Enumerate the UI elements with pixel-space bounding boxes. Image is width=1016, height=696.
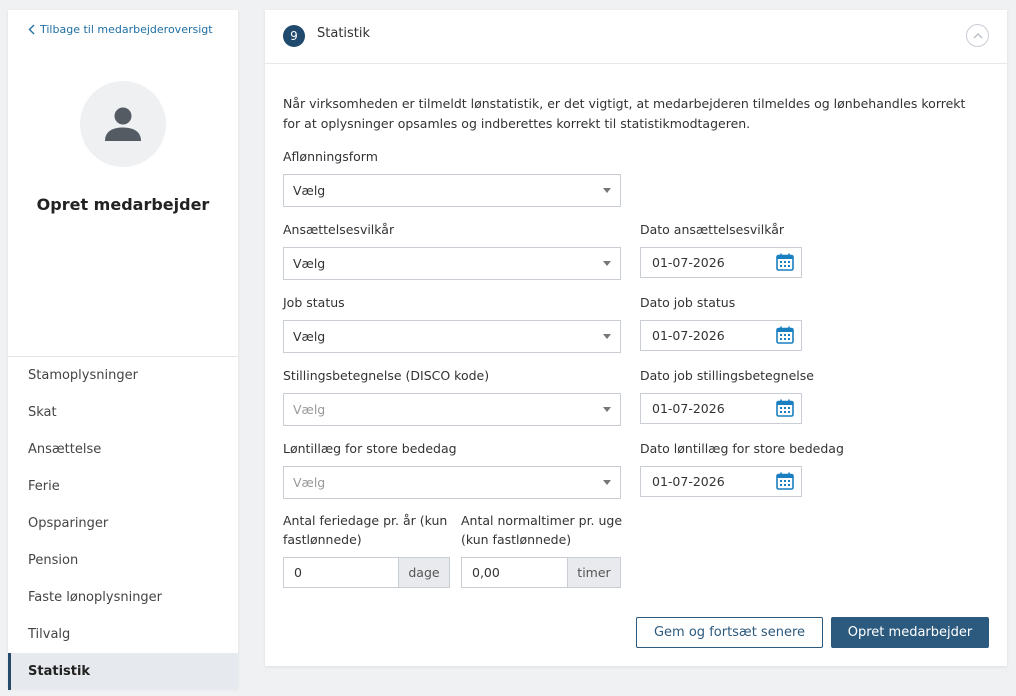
sidebar-item-pension[interactable]: Pension xyxy=(8,542,238,579)
caret-down-icon xyxy=(603,480,611,485)
sidebar-item-skat[interactable]: Skat xyxy=(8,394,238,431)
dato-ansaettelsesvilkaar-value: 01-07-2026 xyxy=(652,255,725,270)
caret-down-icon xyxy=(603,334,611,339)
normaltimer-label: Antal normaltimer pr. uge (kun fastlønne… xyxy=(461,511,631,549)
back-to-employee-overview-link[interactable]: Tilbage til medarbejderoversigt xyxy=(28,23,213,36)
sidebar: Tilbage til medarbejderoversigt Opret me… xyxy=(8,10,238,690)
caret-down-icon xyxy=(603,407,611,412)
normaltimer-input[interactable]: 0,00 xyxy=(462,558,567,587)
sidebar-item-faste-lonoplysninger[interactable]: Faste lønoplysninger xyxy=(8,579,238,616)
user-icon xyxy=(105,107,141,141)
lontillaeg-select[interactable]: Vælg xyxy=(283,466,621,499)
normaltimer-label-line2: (kun fastlønnede) xyxy=(461,532,572,547)
ansaettelsesvilkaar-label: Ansættelsesvilkår xyxy=(283,222,395,237)
job-status-value: Vælg xyxy=(293,329,326,344)
dato-stillingsbetegnelse-field[interactable]: 01-07-2026 xyxy=(640,393,802,424)
sidebar-item-ansaettelse[interactable]: Ansættelse xyxy=(8,431,238,468)
collapse-section-button[interactable] xyxy=(966,24,989,47)
section-title: Statistik xyxy=(317,26,371,41)
feriedage-label: Antal feriedage pr. år (kun fastlønnede) xyxy=(283,511,453,549)
create-employee-button[interactable]: Opret medarbejder xyxy=(831,617,989,648)
dato-ansaettelsesvilkaar-field[interactable]: 01-07-2026 xyxy=(640,247,802,278)
lontillaeg-label: Løntillæg for store bededag xyxy=(283,441,457,456)
step-number-badge: 9 xyxy=(283,25,305,47)
chevron-left-icon xyxy=(28,24,35,35)
ansaettelsesvilkaar-select[interactable]: Vælg xyxy=(283,247,621,280)
dato-job-status-value: 01-07-2026 xyxy=(652,328,725,343)
sidebar-item-opsparinger[interactable]: Opsparinger xyxy=(8,505,238,542)
section-header[interactable]: 9 Statistik xyxy=(265,10,1007,64)
calendar-icon[interactable] xyxy=(775,252,795,272)
back-link-label: Tilbage til medarbejderoversigt xyxy=(40,23,213,36)
sidebar-item-stamoplysninger[interactable]: Stamoplysninger xyxy=(8,357,238,394)
ansaettelsesvilkaar-value: Vælg xyxy=(293,256,326,271)
dato-stillingsbetegnelse-value: 01-07-2026 xyxy=(652,401,725,416)
feriedage-label-line2: fastlønnede) xyxy=(283,532,362,547)
normaltimer-unit: timer xyxy=(567,558,620,587)
aflonningsform-label: Aflønningsform xyxy=(283,149,378,164)
stillingsbetegnelse-value: Vælg xyxy=(293,402,326,417)
aflonningsform-select[interactable]: Vælg xyxy=(283,174,621,207)
sidebar-title: Opret medarbejder xyxy=(36,195,210,214)
lontillaeg-value: Vælg xyxy=(293,475,326,490)
dato-job-status-label: Dato job status xyxy=(640,295,736,310)
save-and-continue-later-button[interactable]: Gem og fortsæt senere xyxy=(636,617,823,648)
dato-lontillaeg-field[interactable]: 01-07-2026 xyxy=(640,466,802,497)
dato-ansaettelsesvilkaar-label: Dato ansættelsesvilkår xyxy=(640,222,785,237)
sidebar-item-ferie[interactable]: Ferie xyxy=(8,468,238,505)
sidebar-item-statistik[interactable]: Statistik xyxy=(8,653,238,690)
aflonningsform-value: Vælg xyxy=(293,183,326,198)
avatar xyxy=(80,81,166,167)
chevron-up-icon xyxy=(973,33,982,39)
statistik-section-card: 9 Statistik Når virksomheden er tilmeldt… xyxy=(265,10,1007,666)
feriedage-input-group: 0 dage xyxy=(283,557,450,588)
calendar-icon[interactable] xyxy=(775,398,795,418)
dato-job-status-field[interactable]: 01-07-2026 xyxy=(640,320,802,351)
dato-stillingsbetegnelse-label: Dato job stillingsbetegnelse xyxy=(640,368,814,383)
stillingsbetegnelse-select[interactable]: Vælg xyxy=(283,393,621,426)
stillingsbetegnelse-label: Stillingsbetegnelse (DISCO kode) xyxy=(283,368,490,383)
caret-down-icon xyxy=(603,188,611,193)
sidebar-nav: Stamoplysninger Skat Ansættelse Ferie Op… xyxy=(8,356,238,690)
dato-lontillaeg-label: Dato løntillæg for store bededag xyxy=(640,441,844,456)
calendar-icon[interactable] xyxy=(775,325,795,345)
dato-lontillaeg-value: 01-07-2026 xyxy=(652,474,725,489)
feriedage-label-line1: Antal feriedage pr. år (kun xyxy=(283,513,448,528)
sidebar-item-tilvalg[interactable]: Tilvalg xyxy=(8,616,238,653)
feriedage-input[interactable]: 0 xyxy=(284,558,398,587)
job-status-select[interactable]: Vælg xyxy=(283,320,621,353)
normaltimer-input-group: 0,00 timer xyxy=(461,557,621,588)
feriedage-unit: dage xyxy=(398,558,449,587)
job-status-label: Job status xyxy=(283,295,345,310)
caret-down-icon xyxy=(603,261,611,266)
calendar-icon[interactable] xyxy=(775,471,795,491)
section-intro-text: Når virksomheden er tilmeldt lønstatisti… xyxy=(283,96,966,131)
normaltimer-label-line1: Antal normaltimer pr. uge xyxy=(461,513,623,528)
